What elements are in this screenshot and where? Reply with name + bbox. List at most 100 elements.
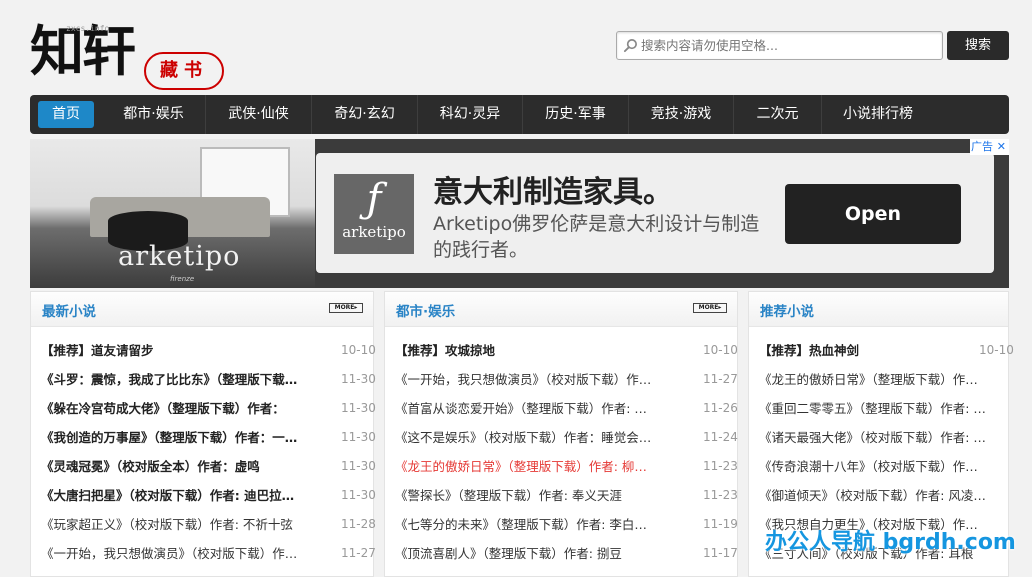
list-item-date: 11-23 [703, 459, 738, 473]
list-item-title[interactable]: 《诸天最强大佬》（校对版下载）作者: … [759, 423, 987, 452]
nav-games[interactable]: 竞技·游戏 [629, 95, 734, 134]
column-title[interactable]: 都市·娱乐 [396, 300, 455, 320]
list-item-title[interactable]: 《警探长》（整理版下载）作者: 奉义天涯 [395, 481, 663, 510]
list-item[interactable]: 《玩家超正义》（校对版下载）作者: 不祈十弦 11-28 [41, 510, 376, 539]
ad-headline: 意大利制造家具。 [433, 175, 673, 210]
list-item[interactable]: 《躲在冷宫苟成大佬》（整理版下载）作者： 11-30 [41, 394, 376, 423]
list-item-date: 11-26 [703, 401, 738, 415]
list-item[interactable]: 《灵魂冠冕》（校对版全本）作者：虚鸣 11-30 [41, 452, 376, 481]
list-item-title[interactable]: 《龙王的傲娇日常》（整理版下载）作者: 柳… [395, 452, 663, 481]
search-input[interactable] [641, 32, 937, 59]
ad-choices-tag[interactable]: 广告 ✕ [970, 139, 1009, 155]
nav-scifi[interactable]: 科幻·灵异 [418, 95, 523, 134]
column-urban: 都市·娱乐 MORE▸ 【推荐】攻城掠地 10-10 《一开始，我只想做演员》（校对版下… [384, 291, 738, 577]
list-item-title[interactable]: 《御道倾天》（校对版下载）作者: 风凌… [759, 481, 987, 510]
list-item-title[interactable]: 《躲在冷宫苟成大佬》（整理版下载）作者： [41, 394, 309, 423]
column-header: 最新小说 MORE▸ [31, 292, 373, 327]
list-item[interactable]: 《我创造的万事屋》（整理版下载）作者：一… 11-30 [41, 423, 376, 452]
list-item-date: 11-28 [341, 517, 376, 531]
nav-wuxia[interactable]: 武侠·仙侠 [206, 95, 312, 134]
list-item[interactable]: 《重回二零零五》（整理版下载）作者: … [759, 394, 998, 423]
nav-home[interactable]: 首页 [30, 95, 102, 134]
search-icon [623, 39, 637, 53]
column-title[interactable]: 推荐小说 [760, 300, 814, 320]
nav-label: 历史·军事 [545, 106, 606, 122]
list-item-title[interactable]: 《重回二零零五》（整理版下载）作者: … [759, 394, 987, 423]
nav-label: 小说排行榜 [843, 106, 913, 122]
list-item-date: 11-17 [703, 546, 738, 560]
ad-logo-glyph: ƒ [366, 176, 382, 222]
ad-banner[interactable]: arketipo firenze ƒ arketipo 意大利制造家具。 Ark… [30, 139, 1009, 288]
main-nav: 首页 都市·娱乐 武侠·仙侠 奇幻·玄幻 科幻·灵异 历史·军事 竞技·游戏 二… [30, 95, 1009, 134]
list-item[interactable]: 《御道倾天》（校对版下载）作者: 风凌… [759, 481, 998, 510]
ad-photo-brand: arketipo [118, 241, 241, 272]
nav-label: 武侠·仙侠 [228, 106, 289, 122]
list-item[interactable]: 《顶流喜剧人》（整理版下载）作者: 捌豆 11-17 [395, 539, 738, 568]
ad-open-button[interactable]: Open [785, 184, 961, 244]
list-item-title[interactable]: 《首富从谈恋爱开始》（整理版下载）作者: … [395, 394, 663, 423]
nav-label: 科幻·灵异 [439, 106, 501, 122]
site-logo[interactable]: 知轩 zxcs.info 藏书 [30, 10, 230, 92]
list-item-title[interactable]: 《传奇浪潮十八年》（校对版下载）作… [759, 452, 987, 481]
list-item-title[interactable]: 《这不是娱乐》（校对版下载）作者：睡觉会… [395, 423, 663, 452]
ad-description: Arketipo佛罗伦萨是意大利设计与制造的践行者。 [433, 213, 760, 261]
list-item[interactable]: 《龙王的傲娇日常》（整理版下载）作者: 柳… 11-23 [395, 452, 738, 481]
more-icon[interactable]: MORE▸ [329, 303, 363, 313]
list-item[interactable]: 【推荐】攻城掠地 10-10 [395, 336, 738, 365]
close-icon[interactable]: ✕ [997, 139, 1006, 155]
nav-urban[interactable]: 都市·娱乐 [102, 95, 206, 134]
search-button[interactable]: 搜索 [947, 31, 1009, 60]
list-item[interactable]: 《这不是娱乐》（校对版下载）作者：睡觉会… 11-24 [395, 423, 738, 452]
list-item[interactable]: 《一开始，我只想做演员》（校对版下载）作… 11-27 [41, 539, 376, 568]
list-item-date: 11-27 [341, 546, 376, 560]
list-item-title[interactable]: 《大唐扫把星》（校对版下载）作者: 迪巴拉… [41, 481, 309, 510]
nav-anime[interactable]: 二次元 [734, 95, 822, 134]
more-icon[interactable]: MORE▸ [693, 303, 727, 313]
ad-photo: arketipo firenze [30, 139, 315, 288]
list-item[interactable]: 《首富从谈恋爱开始》（整理版下载）作者: … 11-26 [395, 394, 738, 423]
list-item[interactable]: 《大唐扫把星》（校对版下载）作者: 迪巴拉… 11-30 [41, 481, 376, 510]
column-header: 推荐小说 [749, 292, 1008, 327]
ad-logo-name: arketipo [342, 223, 406, 241]
list-item-date: 11-30 [341, 459, 376, 473]
list-item-date: 11-23 [703, 488, 738, 502]
list-item-date: 11-27 [703, 372, 738, 386]
nav-label: 都市·娱乐 [123, 106, 184, 122]
nav-label: 竞技·游戏 [650, 106, 712, 122]
list-item-date: 11-30 [341, 372, 376, 386]
search-box [616, 31, 943, 60]
ad-brand-logo: ƒ arketipo [334, 174, 414, 254]
list-item-title[interactable]: 【推荐】攻城掠地 [395, 336, 663, 365]
list-item[interactable]: 《警探长》（整理版下载）作者: 奉义天涯 11-23 [395, 481, 738, 510]
list-item-title[interactable]: 【推荐】热血神剑 [759, 336, 987, 365]
list-item-title[interactable]: 《斗罗：震惊，我成了比比东》（整理版下载）作者：… [41, 365, 309, 394]
ad-tag-label: 广告 [971, 140, 993, 153]
nav-ranking[interactable]: 小说排行榜 [822, 95, 934, 134]
header: 知轩 zxcs.info 藏书 搜索 [0, 0, 1032, 94]
column-header: 都市·娱乐 MORE▸ [385, 292, 737, 327]
list-item[interactable]: 《诸天最强大佬》（校对版下载）作者: … [759, 423, 998, 452]
list-item[interactable]: 【推荐】道友请留步 10-10 [41, 336, 376, 365]
list-item-title[interactable]: 《玩家超正义》（校对版下载）作者: 不祈十弦 [41, 510, 309, 539]
list-item[interactable]: 《龙王的傲娇日常》（整理版下载）作… [759, 365, 998, 394]
list-item-title[interactable]: 《一开始，我只想做演员》（校对版下载）作… [395, 365, 663, 394]
list-item-title[interactable]: 《龙王的傲娇日常》（整理版下载）作… [759, 365, 987, 394]
list-item-title[interactable]: 《灵魂冠冕》（校对版全本）作者：虚鸣 [41, 452, 309, 481]
list-item-title[interactable]: 《七等分的未来》（整理版下载）作者: 李白… [395, 510, 663, 539]
list-item[interactable]: 《七等分的未来》（整理版下载）作者: 李白… 11-19 [395, 510, 738, 539]
column-title[interactable]: 最新小说 [42, 300, 96, 320]
nav-label: 奇幻·玄幻 [334, 106, 395, 122]
list-item-title[interactable]: 《一开始，我只想做演员》（校对版下载）作… [41, 539, 309, 568]
list-item[interactable]: 《斗罗：震惊，我成了比比东》（整理版下载）作者：… 11-30 [41, 365, 376, 394]
list-item-title[interactable]: 【推荐】道友请留步 [41, 336, 309, 365]
nav-history[interactable]: 历史·军事 [523, 95, 629, 134]
list-item-date: 11-30 [341, 488, 376, 502]
nav-fantasy[interactable]: 奇幻·玄幻 [312, 95, 418, 134]
list-item[interactable]: 《传奇浪潮十八年》（校对版下载）作… [759, 452, 998, 481]
nav-label: 二次元 [756, 106, 799, 122]
list-item[interactable]: 【推荐】热血神剑 10-10 [759, 336, 1014, 365]
list-item-title[interactable]: 《顶流喜剧人》（整理版下载）作者: 捌豆 [395, 539, 663, 568]
logo-domain: zxcs.info [66, 24, 110, 33]
list-item[interactable]: 《一开始，我只想做演员》（校对版下载）作… 11-27 [395, 365, 738, 394]
list-item-title[interactable]: 《我创造的万事屋》（整理版下载）作者：一… [41, 423, 309, 452]
